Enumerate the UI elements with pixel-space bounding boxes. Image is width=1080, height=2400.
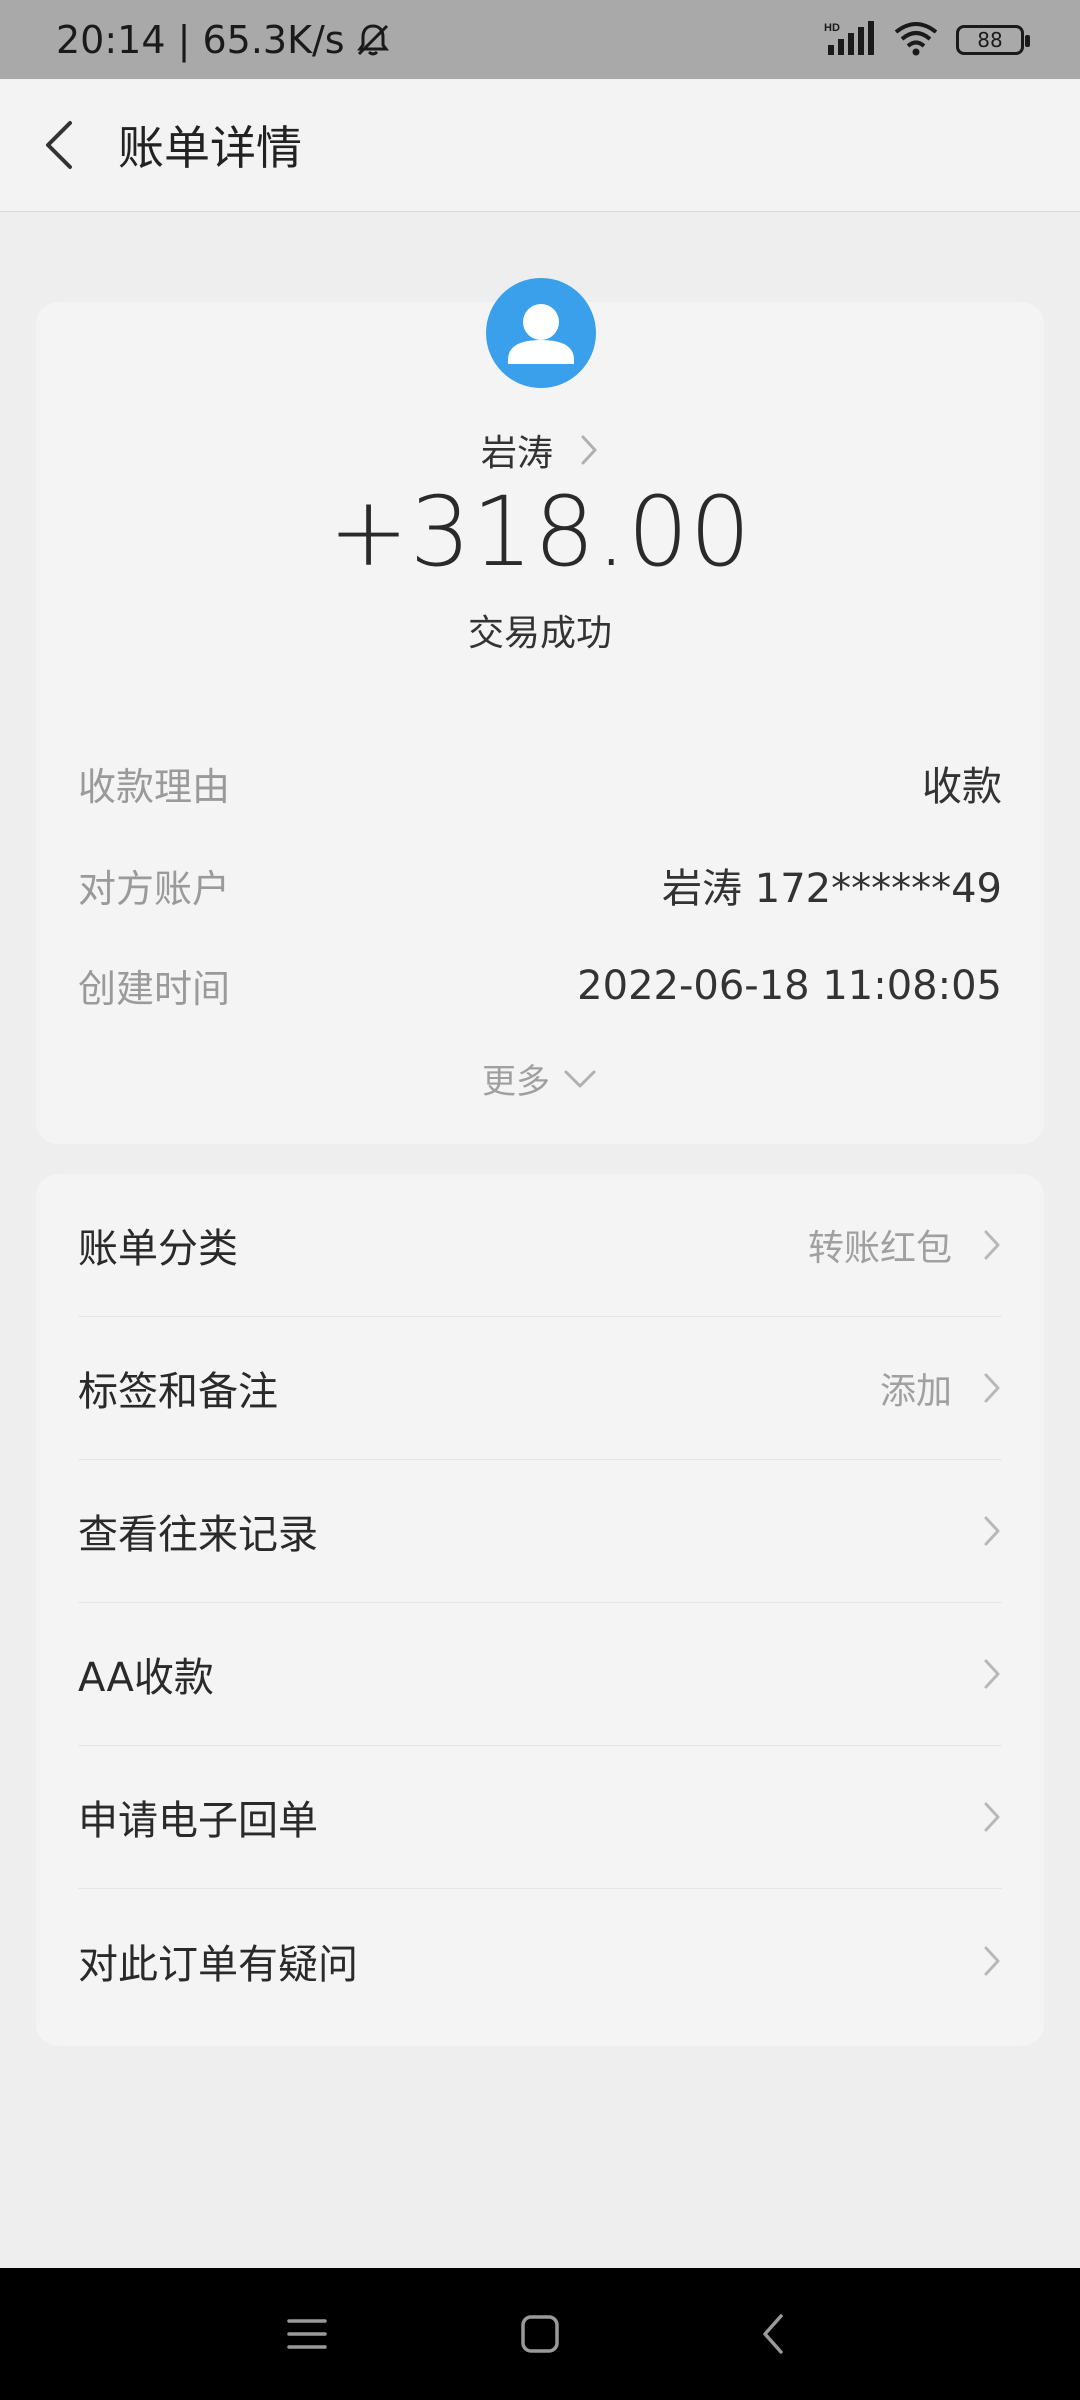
list-item-value: 添加: [879, 1371, 952, 1412]
list-item-tags-notes[interactable]: 标签和备注 添加: [78, 1317, 1002, 1460]
payee-name: 岩涛: [480, 433, 553, 474]
status-bar: 20:14 | 65.3K/s HD 88: [0, 0, 1080, 79]
detail-value: 岩涛 172******49: [662, 866, 1002, 912]
battery-level: 88: [977, 27, 1003, 52]
home-icon: [521, 2315, 559, 2353]
chevron-right-icon: [984, 1946, 1000, 1975]
back-button[interactable]: [0, 79, 120, 212]
chevron-right-icon: [581, 435, 597, 465]
svg-text:HD: HD: [824, 22, 840, 34]
list-item-bill-category[interactable]: 账单分类 转账红包: [78, 1174, 1002, 1317]
actions-card: 账单分类 转账红包 标签和备注 添加 查看往来记录 AA收款 申请电子回单 对此…: [36, 1174, 1044, 2046]
list-item-label: 申请电子回单: [78, 1798, 318, 1844]
hd-signal-icon: HD: [824, 19, 876, 61]
list-item-label: 对此订单有疑问: [78, 1941, 358, 1988]
payee-link[interactable]: 岩涛: [36, 424, 1044, 476]
more-button[interactable]: 更多: [36, 1054, 1044, 1103]
detail-label: 创建时间: [78, 967, 231, 1011]
page-title: 账单详情: [118, 121, 302, 175]
status-time-speed: 20:14 | 65.3K/s: [56, 17, 345, 62]
list-item-aa-collect[interactable]: AA收款: [78, 1603, 1002, 1746]
status-right: HD 88: [824, 19, 1030, 61]
chevron-right-icon: [984, 1802, 1000, 1832]
list-item-label: 标签和备注: [78, 1369, 278, 1415]
list-item-right: [982, 1514, 1002, 1548]
list-item-e-receipt[interactable]: 申请电子回单: [78, 1746, 1002, 1889]
list-item-right: 添加: [880, 1362, 1002, 1414]
more-label: 更多: [482, 1062, 550, 1102]
chevron-right-icon: [984, 1659, 1000, 1689]
list-item-order-question[interactable]: 对此订单有疑问: [78, 1889, 1002, 2032]
list-item-label: 账单分类: [78, 1226, 238, 1272]
list-item-value: 转账红包: [807, 1228, 952, 1269]
list-item-right: 转账红包: [808, 1219, 1002, 1271]
detail-label: 对方账户: [78, 866, 231, 911]
bell-off-icon: [353, 20, 393, 60]
menu-button[interactable]: [267, 2294, 347, 2374]
wifi-icon: [894, 20, 938, 60]
system-nav-bar: [0, 2268, 1080, 2400]
detail-label: 收款理由: [78, 764, 231, 809]
detail-row-time: 创建时间 2022-06-18 11:08:05: [78, 958, 1002, 1013]
avatar[interactable]: [486, 278, 596, 388]
back-icon: [763, 2314, 784, 2354]
user-icon: [508, 304, 574, 364]
detail-value: 收款: [922, 764, 1002, 810]
list-item-history[interactable]: 查看往来记录: [78, 1460, 1002, 1603]
list-item-right: [982, 1944, 1002, 1978]
nav-back-button[interactable]: [733, 2294, 813, 2374]
bill-summary-card: 岩涛 +318.00 交易成功 收款理由 收款 对方账户 岩涛 172*****…: [36, 278, 1044, 1144]
battery-icon: 88: [956, 24, 1030, 55]
list-item-label: AA收款: [78, 1655, 214, 1701]
list-item-right: [982, 1800, 1002, 1834]
chevron-right-icon: [984, 1516, 1000, 1546]
detail-row-account: 对方账户 岩涛 172******49: [78, 856, 1002, 914]
chevron-right-icon: [984, 1230, 1000, 1260]
detail-row-reason: 收款理由 收款: [78, 754, 1002, 812]
menu-icon: [286, 2319, 327, 2349]
list-item-label: 查看往来记录: [78, 1512, 318, 1558]
transaction-status: 交易成功: [467, 613, 612, 654]
chevron-left-icon: [46, 121, 72, 169]
chevron-right-icon: [984, 1373, 1000, 1403]
detail-value: 2022-06-18 11:08:05: [577, 962, 1002, 1009]
list-item-right: [982, 1657, 1002, 1691]
status-left: 20:14 | 65.3K/s: [56, 18, 393, 62]
home-button[interactable]: [500, 2294, 580, 2374]
amount: +318.00: [328, 476, 752, 588]
chevron-down-icon: [564, 1070, 596, 1087]
header: 账单详情: [0, 79, 1080, 212]
